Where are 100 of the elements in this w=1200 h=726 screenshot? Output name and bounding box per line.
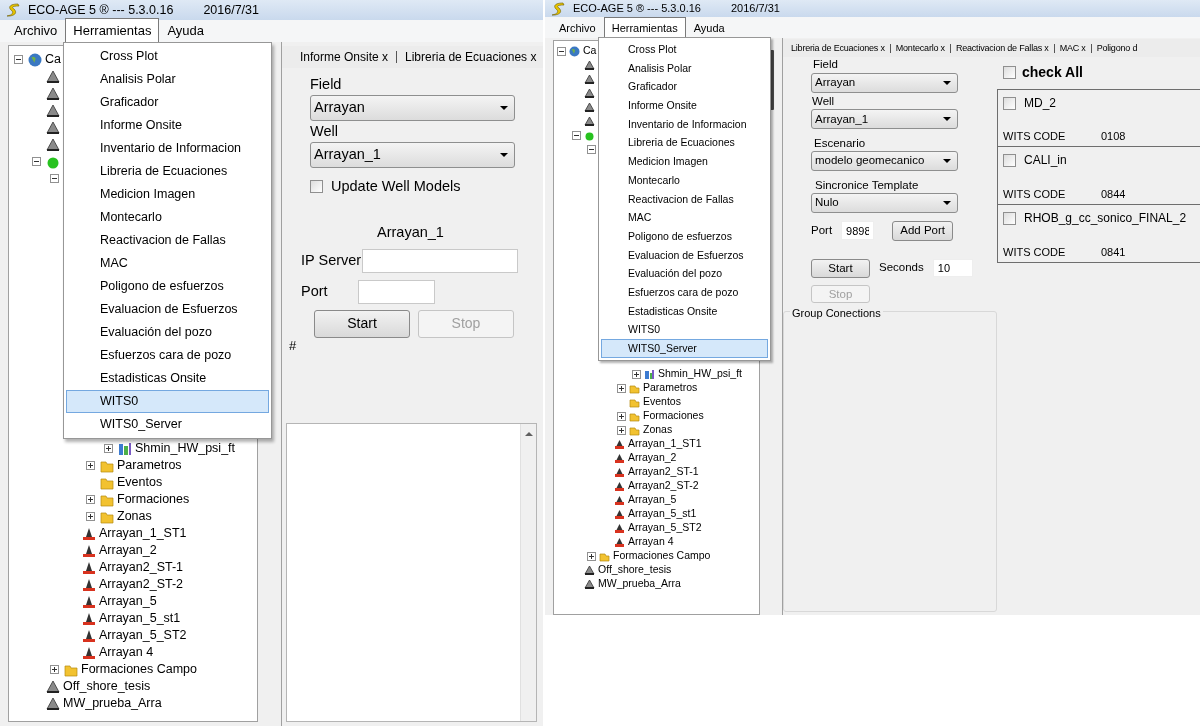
- menu-item[interactable]: Estadisticas Onsite: [601, 301, 768, 321]
- tree-item[interactable]: Arrayan2_ST-2: [96, 575, 184, 594]
- tree-item[interactable]: Ca: [580, 43, 597, 59]
- menu-item[interactable]: Informe Onsite: [601, 96, 768, 115]
- menu-item[interactable]: Ayuda: [159, 17, 213, 42]
- checkbox[interactable]: [1003, 153, 1016, 167]
- menu-item[interactable]: WITS0_Server: [66, 413, 269, 436]
- collapse-icon[interactable]: [572, 130, 581, 140]
- tree-item[interactable]: Arrayan_5_ST2: [625, 520, 702, 536]
- tab[interactable]: Poligono d: [1091, 43, 1143, 53]
- menu-item[interactable]: Medicion Imagen: [601, 152, 768, 171]
- menu-item[interactable]: Graficador: [601, 77, 768, 97]
- expand-icon[interactable]: [86, 495, 95, 504]
- menu-item[interactable]: Cross Plot: [601, 40, 768, 59]
- input-field[interactable]: [362, 248, 519, 273]
- tree-item[interactable]: Zonas: [640, 422, 673, 438]
- menu-item[interactable]: Analisis Polar: [66, 68, 269, 91]
- tree-item[interactable]: Arrayan2_ST-1: [96, 558, 184, 577]
- dropdown[interactable]: Nulo: [811, 192, 958, 213]
- tree-item[interactable]: Arrayan 4: [625, 534, 674, 550]
- tab[interactable]: MAC x: [1054, 43, 1092, 53]
- menu-item[interactable]: Ayuda: [685, 16, 733, 38]
- tree-item[interactable]: Arrayan2_ST-1: [625, 464, 699, 480]
- tree-item[interactable]: Formaciones: [114, 490, 190, 509]
- expand-icon[interactable]: [86, 461, 95, 470]
- menu-item[interactable]: Libreria de Ecuaciones: [601, 133, 768, 153]
- menu-item[interactable]: Graficador: [66, 91, 269, 114]
- tree-item[interactable]: Eventos: [640, 394, 681, 410]
- checkbox[interactable]: [1003, 211, 1016, 225]
- add-port-button[interactable]: Add Port: [892, 220, 954, 241]
- scrollbar[interactable]: [520, 423, 536, 721]
- collapse-icon[interactable]: [14, 55, 23, 64]
- menu-item[interactable]: Evaluación del pozo: [66, 321, 269, 344]
- menu-item[interactable]: Archivo: [551, 16, 604, 38]
- tree-item[interactable]: Arrayan_5_ST2: [96, 626, 187, 645]
- dropdown[interactable]: Arrayan_1: [310, 141, 515, 168]
- tree-item[interactable]: Eventos: [114, 473, 163, 492]
- tree-item[interactable]: Arrayan_5_st1: [96, 609, 181, 628]
- menu-item[interactable]: Montecarlo: [601, 170, 768, 190]
- tree-item[interactable]: Arrayan2_ST-2: [625, 478, 699, 494]
- menu-item[interactable]: Herramientas: [603, 16, 686, 38]
- tree-item[interactable]: MW_prueba_Arra: [595, 576, 681, 592]
- tree-item[interactable]: Arrayan_5: [625, 492, 677, 508]
- menu-item[interactable]: MAC: [66, 252, 269, 275]
- tree-item[interactable]: Ca: [42, 50, 61, 69]
- collapse-icon[interactable]: [32, 157, 41, 166]
- dropdown[interactable]: Arrayan: [811, 72, 958, 93]
- menu-item[interactable]: Herramientas: [65, 17, 160, 42]
- start-button[interactable]: Start: [811, 258, 870, 278]
- dropdown[interactable]: Arrayan_1: [811, 109, 958, 130]
- expand-icon[interactable]: [617, 411, 626, 421]
- expand-icon[interactable]: [104, 444, 113, 453]
- input-field[interactable]: 10: [932, 259, 973, 278]
- tree-item[interactable]: Parametros: [114, 456, 182, 475]
- tree-item[interactable]: Zonas: [114, 507, 152, 526]
- expand-icon[interactable]: [587, 551, 596, 561]
- dropdown[interactable]: modelo geomecanico: [811, 150, 958, 171]
- menu-item[interactable]: Inventario de Informacion: [66, 137, 269, 160]
- checkbox[interactable]: [1003, 96, 1016, 110]
- start-button[interactable]: Start: [314, 309, 410, 338]
- collapse-icon[interactable]: [557, 46, 566, 56]
- menu-item[interactable]: WITS0_Server: [601, 339, 768, 358]
- menu-item[interactable]: Estadisticas Onsite: [66, 367, 269, 390]
- tree-item[interactable]: Formaciones Campo: [78, 660, 197, 679]
- tree-item[interactable]: Arrayan_1_ST1: [625, 436, 702, 452]
- menu-item[interactable]: Inventario de Informacion: [601, 114, 768, 134]
- menu-item[interactable]: WITS0: [601, 320, 768, 339]
- menu-item[interactable]: Evaluación del pozo: [601, 264, 768, 283]
- tree-item[interactable]: MW_prueba_Arra: [60, 694, 162, 713]
- checkbox[interactable]: [310, 180, 323, 194]
- menu-item[interactable]: Montecarlo: [66, 206, 269, 229]
- tree-item[interactable]: Off_shore_tesis: [595, 562, 672, 578]
- tree-item[interactable]: Arrayan_5: [96, 592, 157, 611]
- input-field[interactable]: [358, 279, 435, 304]
- tree-item[interactable]: Parametros: [640, 380, 698, 396]
- tab[interactable]: Libreria de Ecuaciones x: [786, 43, 891, 53]
- tree-item[interactable]: Off_shore_tesis: [60, 677, 151, 696]
- menu-item[interactable]: Poligono de esfuerzos: [66, 275, 269, 298]
- scroll-up-icon[interactable]: [524, 431, 533, 436]
- expand-icon[interactable]: [617, 425, 626, 435]
- menu-item[interactable]: Evaluacion de Esfuerzos: [601, 245, 768, 265]
- menu-item[interactable]: Informe Onsite: [66, 114, 269, 137]
- tree-item[interactable]: Formaciones: [640, 408, 704, 424]
- menu-item[interactable]: Libreria de Ecuaciones: [66, 160, 269, 183]
- menu-item[interactable]: Esfuerzos cara de pozo: [66, 344, 269, 367]
- expand-icon[interactable]: [632, 369, 641, 379]
- collapse-icon[interactable]: [50, 174, 59, 183]
- tree-item[interactable]: Shmin_HW_psi_ft: [655, 366, 743, 382]
- checkbox[interactable]: [1003, 66, 1016, 79]
- expand-icon[interactable]: [86, 512, 95, 521]
- tab[interactable]: Montecarlo x: [890, 43, 951, 53]
- menu-item[interactable]: Esfuerzos cara de pozo: [601, 282, 768, 302]
- menu-item[interactable]: Reactivacion de Fallas: [66, 229, 269, 252]
- menu-item[interactable]: MAC: [601, 208, 768, 227]
- menu-item[interactable]: Analisis Polar: [601, 58, 768, 78]
- menu-item[interactable]: Archivo: [6, 17, 66, 42]
- tab[interactable]: Reactivacion de Fallas x: [950, 43, 1055, 53]
- tree-item[interactable]: Shmin_HW_psi_ft: [132, 439, 236, 458]
- menu-item[interactable]: Evaluacion de Esfuerzos: [66, 298, 269, 321]
- menu-item[interactable]: Poligono de esfuerzos: [601, 226, 768, 246]
